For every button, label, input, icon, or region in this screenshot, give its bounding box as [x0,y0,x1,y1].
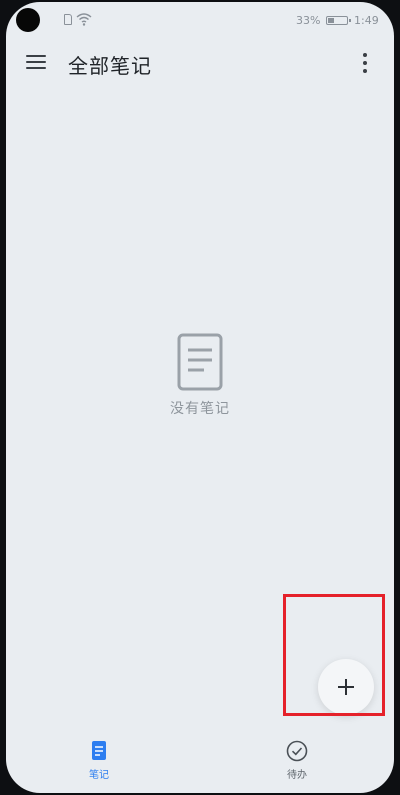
add-note-button[interactable] [318,659,374,715]
bottom-navigation: 笔记 待办 [6,732,394,793]
nav-label-notes: 笔记 [89,770,109,781]
phone-screen: 33% 1:49 全部笔记 没有笔记 笔记 待办 [6,2,394,793]
nav-label-todo: 待办 [287,770,307,781]
check-circle-icon [286,740,308,762]
sim-card-icon [64,14,72,25]
wifi-icon [76,13,92,26]
menu-icon[interactable] [26,54,46,70]
status-time: 1:49 [354,14,379,27]
battery-icon [326,16,351,25]
battery-percentage: 33% [296,14,321,27]
status-bar: 33% 1:49 [6,2,394,36]
empty-message: 没有笔记 [170,401,230,417]
nav-item-todo[interactable]: 待办 [262,740,332,781]
note-icon [92,741,106,760]
nav-item-notes[interactable]: 笔记 [64,740,134,781]
more-options-icon[interactable] [358,52,372,74]
front-camera [16,8,40,32]
document-icon [177,333,223,391]
battery-level-fill [328,18,334,23]
app-bar: 全部笔记 [6,42,394,86]
empty-state: 没有笔记 [6,332,394,418]
page-title: 全部笔记 [68,54,152,78]
